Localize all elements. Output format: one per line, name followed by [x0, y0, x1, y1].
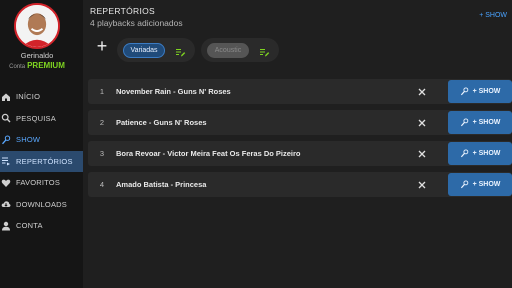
add-to-show-label: + SHOW	[472, 181, 501, 188]
account-status: Conta PREMIUM	[0, 61, 74, 70]
user-name: Gerinaldo	[20, 51, 54, 60]
sidebar-nav: INÍCIO PESQUISA SHOW REPERTÓRIOS FAVORIT…	[0, 86, 83, 237]
playlist-icon	[1, 156, 11, 166]
page-subtitle: 4 playbacks adicionados	[90, 18, 183, 28]
edit-playlist-icon[interactable]	[259, 45, 270, 56]
microphone-icon	[460, 87, 469, 96]
add-show-button[interactable]: + SHOW	[479, 12, 507, 19]
list-item[interactable]: 4 Amado Batista - Princesa + SHOW	[88, 172, 512, 197]
account-label: Conta	[9, 64, 26, 70]
add-to-show-button[interactable]: + SHOW	[448, 173, 512, 196]
person-icon	[1, 221, 11, 231]
sidebar-item-label: CONTA	[16, 221, 43, 231]
cloud-download-icon	[1, 199, 11, 209]
add-to-show-label: + SHOW	[472, 119, 501, 126]
close-icon[interactable]	[416, 116, 428, 128]
close-icon[interactable]	[416, 178, 428, 190]
sidebar-item-show[interactable]: SHOW	[0, 129, 83, 151]
add-to-show-label: + SHOW	[472, 150, 501, 157]
page-title: REPERTÓRIOS	[90, 6, 156, 16]
track-title: Amado Batista - Princesa	[116, 180, 207, 189]
sidebar-item-label: FAVORITOS	[16, 178, 61, 188]
repertoire-chip-group: Acoustic	[201, 38, 279, 62]
list-item[interactable]: 3 Bora Revoar - Victor Meira Feat Os Fer…	[88, 141, 512, 166]
track-number: 2	[99, 118, 105, 127]
repertoire-chip-variadas[interactable]: Variadas	[123, 42, 165, 58]
track-number: 3	[99, 149, 105, 158]
microphone-icon	[460, 180, 469, 189]
sidebar-item-pesquisa[interactable]: PESQUISA	[0, 108, 83, 130]
add-to-show-button[interactable]: + SHOW	[448, 111, 512, 134]
add-to-show-label: + SHOW	[472, 88, 501, 95]
list-item[interactable]: 1 November Rain - Guns N' Roses + SHOW	[88, 79, 512, 104]
avatar-image	[16, 5, 58, 47]
sidebar-item-favoritos[interactable]: FAVORITOS	[0, 172, 83, 194]
microphone-icon	[460, 118, 469, 127]
microphone-icon	[1, 135, 11, 145]
sidebar-item-label: INÍCIO	[16, 92, 41, 102]
home-icon	[1, 92, 11, 102]
track-title: November Rain - Guns N' Roses	[116, 87, 231, 96]
sidebar-item-inicio[interactable]: INÍCIO	[0, 86, 83, 108]
avatar[interactable]	[14, 3, 60, 49]
microphone-icon	[460, 149, 469, 158]
playback-list: 1 November Rain - Guns N' Roses + SHOW 2…	[88, 79, 512, 203]
sidebar-item-conta[interactable]: CONTA	[0, 215, 83, 237]
track-number: 4	[99, 180, 105, 189]
edit-playlist-icon[interactable]	[175, 45, 186, 56]
add-repertoire-button[interactable]: +	[93, 37, 111, 56]
list-item[interactable]: 2 Patience - Guns N' Roses + SHOW	[88, 110, 512, 135]
sidebar-item-label: PESQUISA	[16, 113, 56, 123]
sidebar-item-label: SHOW	[16, 135, 41, 145]
add-to-show-button[interactable]: + SHOW	[448, 142, 512, 165]
track-title: Bora Revoar - Victor Meira Feat Os Feras…	[116, 149, 301, 158]
account-tier: PREMIUM	[27, 61, 65, 70]
search-icon	[1, 113, 11, 123]
repertoire-chip-group: Variadas	[117, 38, 195, 62]
close-icon[interactable]	[416, 147, 428, 159]
track-number: 1	[99, 87, 105, 96]
sidebar-item-label: REPERTÓRIOS	[16, 156, 73, 166]
repertoire-chip-acoustic[interactable]: Acoustic	[207, 42, 249, 58]
sidebar-item-repertorios[interactable]: REPERTÓRIOS	[0, 150, 83, 172]
add-to-show-button[interactable]: + SHOW	[448, 80, 512, 103]
sidebar-item-label: DOWNLOADS	[16, 199, 67, 209]
track-title: Patience - Guns N' Roses	[116, 118, 207, 127]
sidebar: Gerinaldo Conta PREMIUM INÍCIO PESQUISA …	[0, 0, 83, 288]
heart-icon	[1, 178, 11, 188]
close-icon[interactable]	[416, 85, 428, 97]
sidebar-item-downloads[interactable]: DOWNLOADS	[0, 194, 83, 216]
